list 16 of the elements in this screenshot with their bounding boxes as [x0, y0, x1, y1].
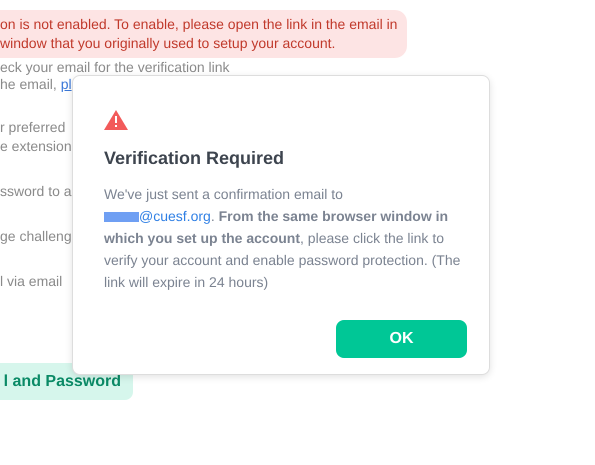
warning-icon — [104, 110, 128, 130]
step-text: l via email — [0, 272, 62, 291]
step-text: ssword to a — [0, 182, 72, 201]
email-link[interactable]: @cuesf.org — [139, 208, 211, 224]
step-text: e extension — [0, 137, 72, 156]
banner-text: on is not enabled. To enable, please open the link in the email in — [0, 15, 398, 34]
resend-link[interactable]: pl — [60, 76, 72, 92]
resend-text: he email, pl — [0, 75, 72, 94]
step-text: ge challeng — [0, 227, 72, 246]
step-text: r preferred — [0, 118, 66, 137]
dialog-message: We've just sent a confirmation email to @cuesf.org. From the same browser window in which you set up the account, please click the link to verify your account and enable password protection. (The link will expire in 24 hours) — [104, 185, 462, 292]
dialog-title: Verification Required — [104, 148, 286, 169]
redaction-bar — [104, 212, 139, 222]
ok-button[interactable]: OK — [336, 320, 467, 358]
instruction-text: eck your email for the verification link — [0, 59, 230, 75]
banner-text: window that you originally used to setup your account. — [0, 34, 336, 53]
